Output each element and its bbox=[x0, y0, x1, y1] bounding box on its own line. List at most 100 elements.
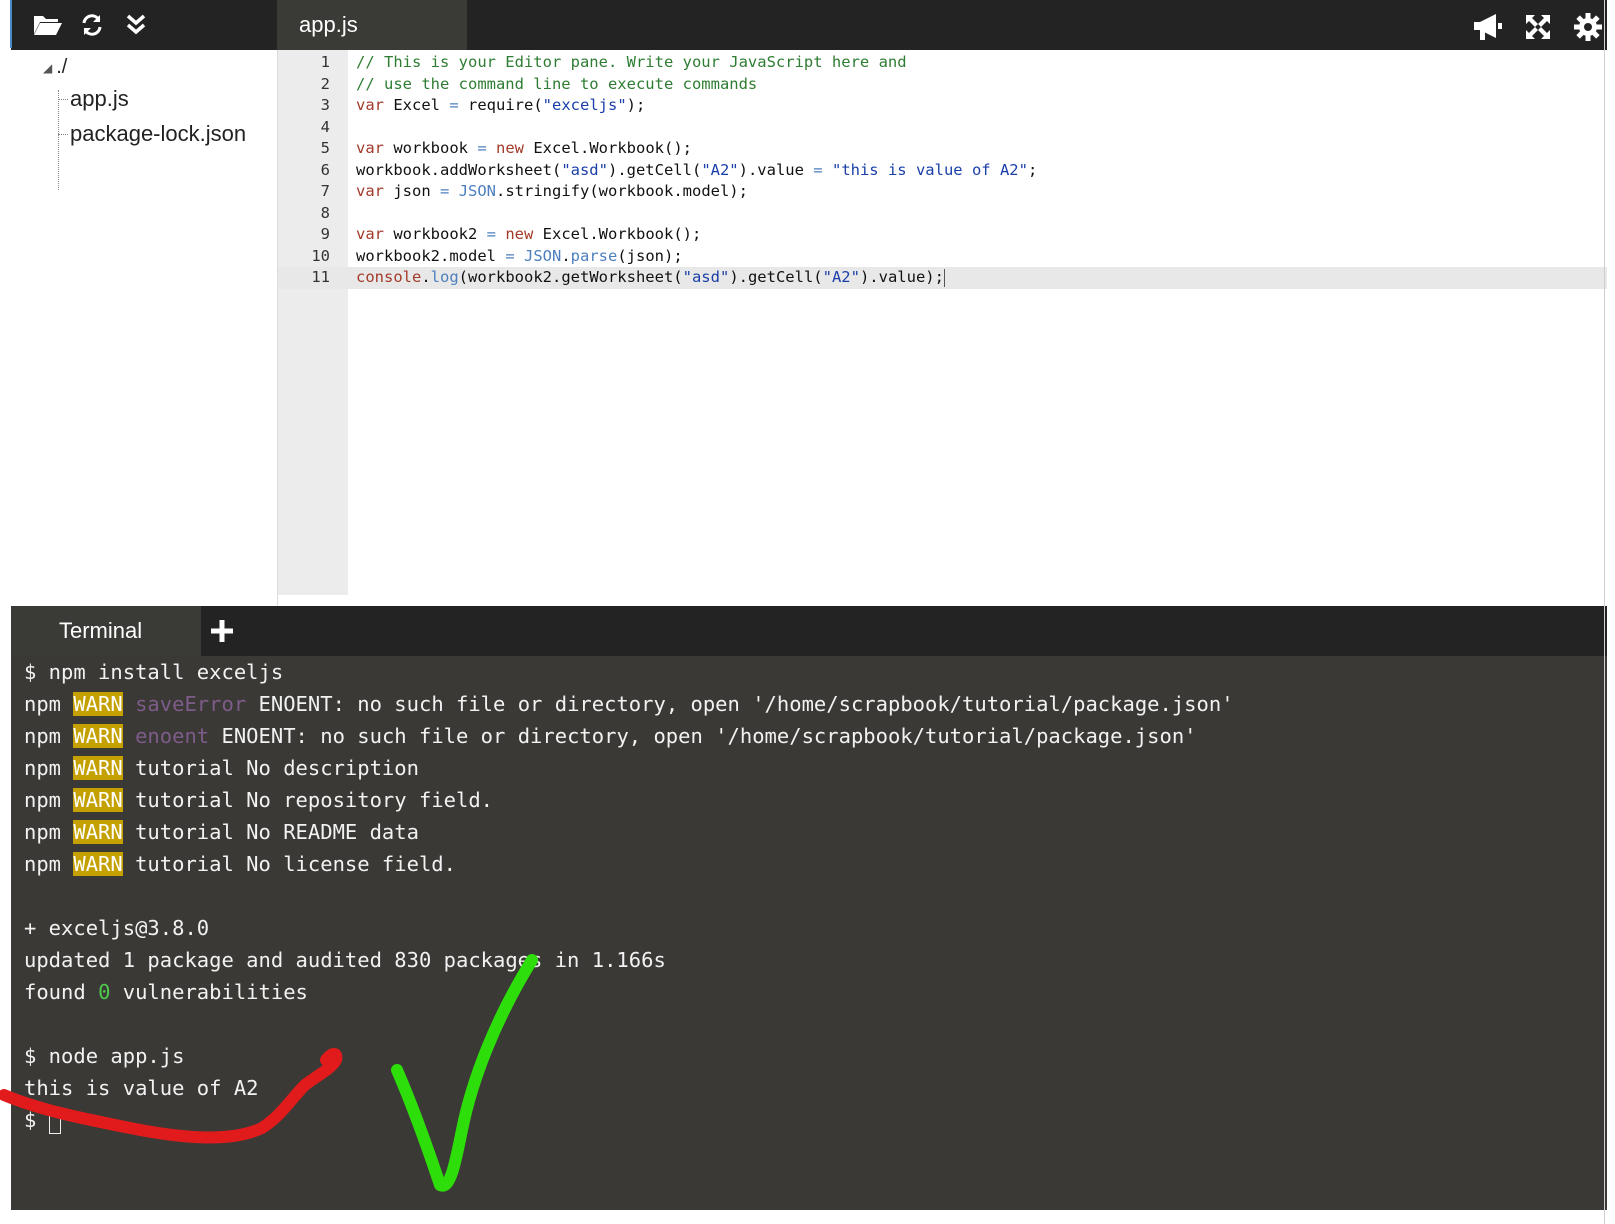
terminal-line: npm WARN tutorial No license field. bbox=[24, 848, 456, 880]
terminal-line: npm WARN tutorial No repository field. bbox=[24, 784, 493, 816]
file-label: app.js bbox=[70, 86, 129, 111]
line-number: 4 bbox=[320, 117, 330, 136]
fullscreen-icon[interactable] bbox=[1519, 8, 1557, 46]
terminal-line: npm WARN enoent ENOENT: no such file or … bbox=[24, 720, 1197, 752]
tab-app-js[interactable]: app.js bbox=[277, 0, 467, 50]
warn-badge: WARN bbox=[73, 692, 123, 716]
terminal-line: updated 1 package and audited 830 packag… bbox=[24, 948, 666, 972]
code-text: var Excel = require("exceljs"); bbox=[356, 96, 646, 114]
terminal-line: npm WARN tutorial No description bbox=[24, 752, 419, 784]
code-line[interactable]: 8 bbox=[278, 203, 1607, 225]
code-text: workbook.addWorksheet("asd").getCell("A2… bbox=[356, 160, 1038, 179]
refresh-icon[interactable] bbox=[75, 8, 109, 42]
tree-connector bbox=[58, 133, 68, 135]
warn-badge: WARN bbox=[73, 820, 123, 844]
code-line[interactable]: 4 bbox=[278, 117, 1607, 139]
code-line[interactable]: 2 // use the command line to execute comm… bbox=[278, 74, 1607, 96]
megaphone-icon[interactable] bbox=[1469, 8, 1507, 46]
terminal-line: this is value of A2 bbox=[24, 1076, 259, 1100]
vulnerability-count: 0 bbox=[98, 980, 111, 1004]
vulnerabilities-text: vulnerabilities bbox=[110, 980, 308, 1004]
terminal-line: $ node app.js bbox=[24, 1044, 185, 1068]
terminal-output[interactable]: $ npm install exceljs npm WARN saveError… bbox=[11, 656, 1607, 1210]
code-text: var workbook = new Excel.Workbook(); bbox=[356, 139, 692, 157]
terminal-line: npm WARN saveError ENOENT: no such file … bbox=[24, 688, 1234, 720]
warn-message: ENOENT: no such file or directory, open … bbox=[246, 692, 1234, 716]
prompt: $ bbox=[24, 1108, 49, 1132]
file-item-app-js[interactable]: app.js bbox=[58, 86, 129, 112]
terminal-prompt-line[interactable]: $ bbox=[24, 1104, 61, 1136]
npm-prefix: npm bbox=[24, 820, 62, 844]
warn-message: tutorial No repository field. bbox=[122, 788, 494, 812]
code-text: // This is your Editor pane. Write your … bbox=[356, 53, 907, 71]
terminal-cursor bbox=[48, 1108, 61, 1134]
code-line[interactable]: 9 var workbook2 = new Excel.Workbook(); bbox=[278, 224, 1607, 246]
warn-badge: WARN bbox=[73, 788, 123, 812]
warn-badge: WARN bbox=[73, 756, 123, 780]
warn-badge: WARN bbox=[73, 852, 123, 876]
warn-message: tutorial No license field. bbox=[122, 852, 456, 876]
terminal-line: + exceljs@3.8.0 bbox=[24, 916, 210, 940]
code-text: workbook2.model = JSON.parse(json); bbox=[356, 246, 683, 265]
code-line[interactable]: 7 var json = JSON.stringify(workbook.mode… bbox=[278, 181, 1607, 203]
line-number: 6 bbox=[320, 160, 330, 179]
warn-badge: WARN bbox=[73, 724, 123, 748]
collapse-down-icon[interactable] bbox=[119, 8, 153, 42]
warn-message: tutorial No description bbox=[122, 756, 419, 780]
tree-connector bbox=[58, 98, 68, 100]
line-number: 9 bbox=[320, 225, 330, 243]
code-text: var workbook2 = new Excel.Workbook(); bbox=[356, 225, 702, 243]
warn-code: saveError bbox=[135, 692, 247, 716]
text-cursor bbox=[943, 268, 945, 287]
window-left-edge bbox=[10, 0, 12, 48]
terminal-tab-label: Terminal bbox=[59, 618, 143, 643]
window-right-edge bbox=[1604, 0, 1605, 1224]
line-number: 1 bbox=[320, 53, 330, 71]
code-text: console.log(workbook2.getWorksheet("asd"… bbox=[356, 268, 945, 287]
file-tree-toolbar bbox=[31, 8, 153, 42]
code-line[interactable]: 5 var workbook = new Excel.Workbook(); bbox=[278, 138, 1607, 160]
file-tree: ◢ ./ app.js package-lock.json bbox=[11, 50, 277, 608]
npm-prefix: npm bbox=[24, 692, 62, 716]
line-number: 2 bbox=[320, 74, 330, 93]
tab-terminal[interactable]: Terminal bbox=[11, 606, 201, 656]
code-line[interactable]: 10 workbook2.model = JSON.parse(json); bbox=[278, 246, 1607, 268]
code-line[interactable]: 1 // This is your Editor pane. Write your… bbox=[278, 52, 1607, 74]
warn-message: tutorial No README data bbox=[122, 820, 419, 844]
code-lines[interactable]: 1 // This is your Editor pane. Write your… bbox=[278, 52, 1607, 289]
code-line[interactable]: 3 var Excel = require("exceljs"); bbox=[278, 95, 1607, 117]
line-number: 5 bbox=[320, 139, 330, 157]
file-label: package-lock.json bbox=[70, 121, 247, 146]
folder-open-icon[interactable] bbox=[31, 8, 65, 42]
terminal-line: npm WARN tutorial No README data bbox=[24, 816, 419, 848]
add-terminal-button[interactable] bbox=[205, 614, 239, 648]
found-text: found bbox=[24, 980, 99, 1004]
line-number: 10 bbox=[311, 246, 330, 265]
settings-icon[interactable] bbox=[1569, 8, 1607, 46]
warn-message: ENOENT: no such file or directory, open … bbox=[209, 724, 1197, 748]
npm-prefix: npm bbox=[24, 724, 62, 748]
top-bar: app.js bbox=[11, 0, 1607, 50]
file-item-package-lock[interactable]: package-lock.json bbox=[58, 121, 246, 147]
code-editor[interactable]: 1 // This is your Editor pane. Write your… bbox=[277, 50, 1607, 608]
line-number: 7 bbox=[320, 182, 330, 200]
tab-label: app.js bbox=[299, 12, 358, 37]
terminal-line: $ npm install exceljs bbox=[24, 660, 284, 684]
plus-icon bbox=[211, 620, 233, 642]
tree-expand-icon[interactable]: ◢ bbox=[43, 61, 52, 75]
npm-prefix: npm bbox=[24, 852, 62, 876]
line-number: 3 bbox=[320, 96, 330, 114]
terminal-line: found 0 vulnerabilities bbox=[24, 976, 308, 1008]
npm-prefix: npm bbox=[24, 788, 62, 812]
ide-window: app.js ◢ ./ app.js package-lock.json 1 /… bbox=[11, 0, 1607, 1210]
tree-root-label: ./ bbox=[56, 56, 68, 78]
code-text: // use the command line to execute comma… bbox=[356, 74, 758, 93]
code-line[interactable]: 6 workbook.addWorksheet("asd").getCell("A… bbox=[278, 160, 1607, 182]
warn-code: enoent bbox=[135, 724, 210, 748]
npm-prefix: npm bbox=[24, 756, 62, 780]
line-number: 11 bbox=[311, 268, 330, 286]
terminal-tab-bar: Terminal bbox=[11, 606, 1607, 656]
line-number: 8 bbox=[320, 203, 330, 222]
tree-root[interactable]: ◢ ./ bbox=[43, 56, 67, 79]
code-line[interactable]: 11 console.log(workbook2.getWorksheet("as… bbox=[278, 267, 1607, 289]
